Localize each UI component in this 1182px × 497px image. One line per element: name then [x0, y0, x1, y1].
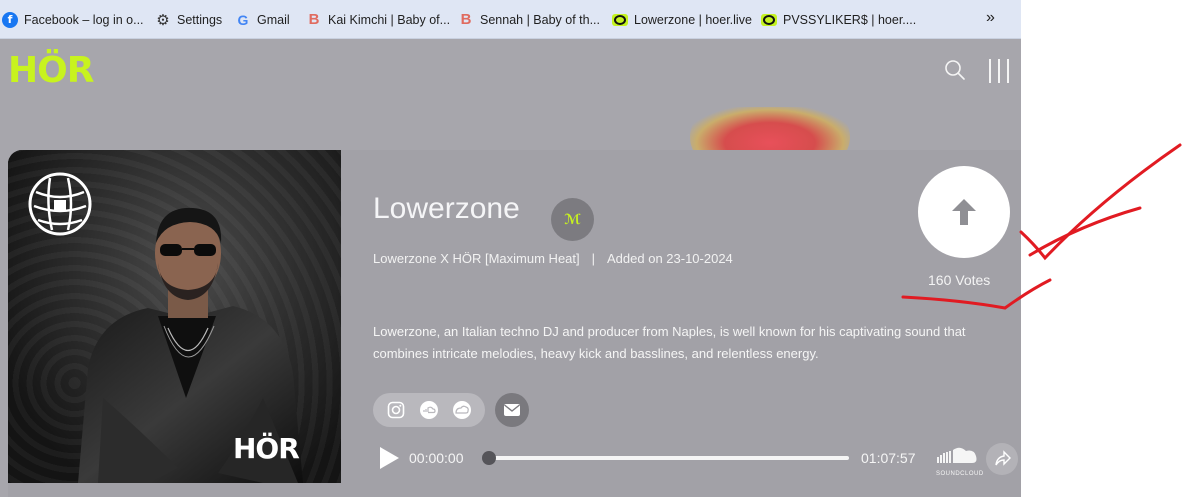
- hoer-globe-icon: [28, 172, 92, 236]
- search-icon[interactable]: [944, 59, 966, 81]
- soundcloud-logo-icon: [937, 447, 977, 463]
- site-logo[interactable]: HÖR: [8, 53, 94, 89]
- bookmark-kai-kimchi[interactable]: B Kai Kimchi | Baby of...: [306, 0, 450, 39]
- menu-icon[interactable]: [989, 59, 1009, 83]
- upvote-button[interactable]: [918, 166, 1010, 258]
- hoer-icon: [612, 13, 628, 26]
- bookmark-pvssyliker[interactable]: PVSSYLIKER$ | hoer....: [761, 0, 916, 39]
- cover-brand-logo: HÖR: [233, 432, 300, 465]
- bookmark-facebook[interactable]: f Facebook – log in o...: [2, 0, 144, 39]
- current-time: 00:00:00: [409, 450, 464, 466]
- share-icon: [995, 450, 1011, 466]
- bookmark-label: Kai Kimchi | Baby of...: [328, 12, 451, 27]
- bookmark-label: Facebook – log in o...: [24, 12, 144, 27]
- facebook-icon: f: [2, 11, 18, 28]
- mixcloud-icon[interactable]: [451, 399, 473, 421]
- soundcloud-icon[interactable]: [418, 399, 440, 421]
- bookmark-sennah[interactable]: B Sennah | Baby of th...: [458, 0, 600, 39]
- play-icon[interactable]: [378, 446, 400, 470]
- bookmark-gmail[interactable]: G Gmail: [235, 0, 290, 39]
- bookmark-label: Sennah | Baby of th...: [480, 12, 600, 27]
- duration-time: 01:07:57: [861, 450, 916, 466]
- bookmark-label: Lowerzone | hoer.live: [634, 12, 752, 27]
- envelope-icon: [504, 404, 520, 416]
- bookmark-label: PVSSYLIKER$ | hoer....: [783, 12, 917, 27]
- google-icon: G: [237, 11, 249, 28]
- artist-meta: Lowerzone X HÖR [Maximum Heat] | Added o…: [373, 251, 733, 266]
- cover-image: HÖR: [8, 150, 341, 483]
- meta-separator: |: [591, 251, 596, 266]
- instagram-icon[interactable]: [385, 399, 407, 421]
- arrow-up-icon: [952, 199, 976, 225]
- share-button[interactable]: [986, 443, 1018, 475]
- progress-handle[interactable]: [482, 451, 496, 465]
- bookmarks-bar: f Facebook – log in o... ⚙ Settings G Gm…: [0, 0, 1021, 39]
- artist-card: HÖR Lowerzone ℳ Lowerzone X HÖR [Maximum…: [8, 150, 1021, 497]
- bookmark-label: Settings: [177, 12, 223, 27]
- hoer-icon: [761, 13, 777, 26]
- b-icon: B: [308, 11, 320, 28]
- social-links: [373, 393, 485, 427]
- series-label: Lowerzone X HÖR [Maximum Heat]: [373, 251, 580, 266]
- progress-track[interactable]: [489, 456, 849, 460]
- soundcloud-logo[interactable]: SOUNDCLOUD: [936, 445, 983, 477]
- audio-player: 00:00:00 01:07:57 SOUNDCLOUD: [378, 443, 1018, 477]
- bookmarks-more-button[interactable]: »: [986, 9, 995, 27]
- bookmark-lowerzone[interactable]: Lowerzone | hoer.live: [612, 0, 752, 39]
- email-button[interactable]: [495, 393, 529, 427]
- bookmark-settings[interactable]: ⚙ Settings: [155, 0, 222, 39]
- gear-icon: ⚙: [156, 11, 170, 29]
- site-page: HÖR HÖR Lowerzone ℳ Lowerzone X HÖR [Max…: [0, 39, 1021, 497]
- added-date: Added on 23-10-2024: [607, 251, 733, 266]
- genre-badge[interactable]: ℳ: [551, 198, 594, 241]
- vote-count: 160 Votes: [928, 272, 991, 288]
- artist-name: Lowerzone: [373, 192, 520, 225]
- b-icon: B: [460, 11, 472, 28]
- bookmark-label: Gmail: [257, 12, 290, 27]
- artist-description: Lowerzone, an Italian techno DJ and prod…: [373, 324, 966, 361]
- soundcloud-wordmark: SOUNDCLOUD: [936, 471, 984, 477]
